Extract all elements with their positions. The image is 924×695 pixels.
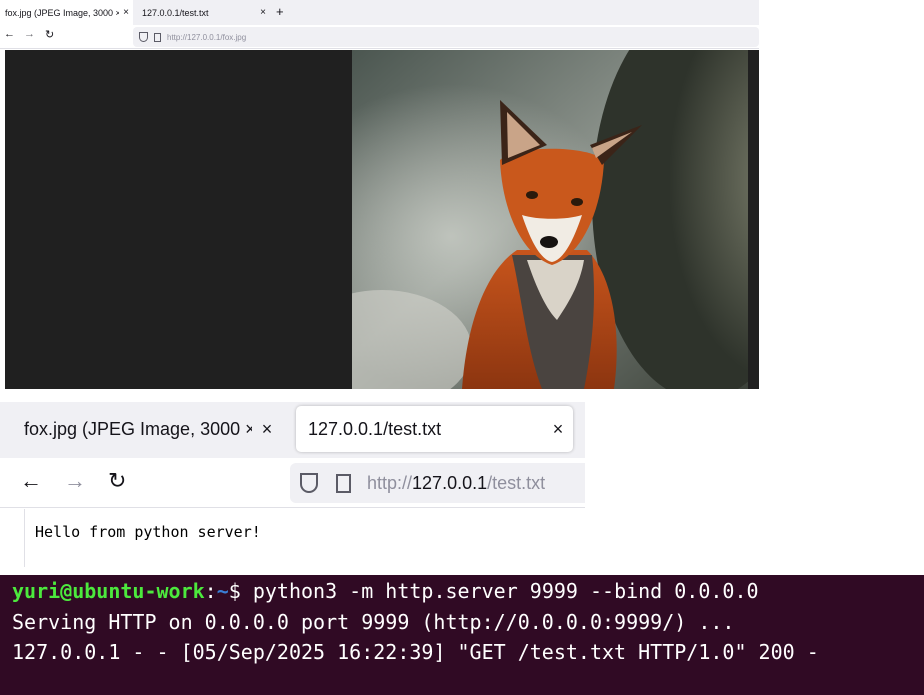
navigation-toolbar: ← → ↻ http://127.0.0.1/test.txt — [0, 458, 585, 508]
tab-label: 127.0.0.1/test.txt — [308, 418, 442, 439]
page-text: Hello from python server! — [35, 523, 261, 541]
forward-arrow-icon[interactable]: → — [24, 28, 35, 40]
prompt-user: yuri@ubuntu-work — [12, 579, 205, 603]
tab-fox-image[interactable]: fox.jpg (JPEG Image, 3000 × 2000 pixels)… — [10, 406, 282, 452]
terminal-command-line: yuri@ubuntu-work:~$ python3 -m http.serv… — [12, 579, 759, 603]
tab-fox-image[interactable]: fox.jpg (JPEG Image, 3000 × 2000 pixels)… — [0, 0, 133, 25]
address-bar[interactable]: http://127.0.0.1/fox.jpg — [133, 27, 759, 47]
url-path: /test.txt — [487, 472, 546, 493]
url-host: 127.0.0.1 — [187, 32, 221, 42]
reload-icon[interactable]: ↻ — [108, 468, 126, 494]
terminal-output-line: Serving HTTP on 0.0.0.0 port 9999 (http:… — [12, 610, 735, 634]
fox-photo — [352, 50, 748, 389]
new-tab-button[interactable]: + — [276, 4, 284, 19]
navigation-toolbar: ← → ↻ http://127.0.0.1/fox.jpg — [0, 25, 759, 49]
terminal-command: $ python3 -m http.server 9999 --bind 0.0… — [228, 579, 759, 603]
tab-test-txt[interactable]: 127.0.0.1/test.txt × — [296, 406, 573, 452]
page-icon — [336, 473, 351, 493]
tab-bar: fox.jpg (JPEG Image, 3000 × 2000 pixels)… — [0, 402, 585, 458]
back-arrow-icon[interactable]: ← — [20, 468, 42, 494]
close-icon[interactable]: × — [256, 7, 270, 18]
prompt-colon: : — [204, 579, 217, 603]
reload-icon[interactable]: ↻ — [45, 28, 54, 41]
shield-icon[interactable] — [139, 32, 148, 42]
shield-icon[interactable] — [300, 473, 318, 493]
tab-bar: fox.jpg (JPEG Image, 3000 × 2000 pixels)… — [0, 0, 759, 25]
url-prefix: http:// — [167, 32, 188, 42]
back-arrow-icon[interactable]: ← — [4, 28, 15, 40]
forward-arrow-icon[interactable]: → — [64, 468, 86, 494]
tab-label: 127.0.0.1/test.txt — [142, 7, 209, 18]
page-icon — [154, 32, 161, 42]
page-content: Hello from python server! — [24, 509, 585, 567]
url-path: /fox.jpg — [220, 32, 247, 42]
url-host: 127.0.0.1 — [412, 472, 488, 493]
close-icon[interactable]: × — [543, 419, 573, 440]
browser-window-text: fox.jpg (JPEG Image, 3000 × 2000 pixels)… — [0, 402, 585, 567]
address-bar[interactable]: http://127.0.0.1/test.txt — [290, 463, 585, 503]
terminal-window[interactable]: yuri@ubuntu-work:~$ python3 -m http.serv… — [0, 575, 924, 695]
terminal-output-line: 127.0.0.1 - - [05/Sep/2025 16:22:39] "GE… — [12, 640, 819, 664]
tab-label: fox.jpg (JPEG Image, 3000 × 2000 pixels) — [24, 418, 252, 439]
image-viewer — [5, 50, 759, 389]
url-prefix: http:// — [367, 472, 413, 493]
tab-test-txt[interactable]: 127.0.0.1/test.txt × — [136, 0, 270, 25]
tab-label: fox.jpg (JPEG Image, 3000 × 2000 pixels) — [5, 7, 119, 18]
close-icon[interactable]: × — [119, 7, 133, 18]
prompt-path: ~ — [216, 579, 229, 603]
browser-window-fox: fox.jpg (JPEG Image, 3000 × 2000 pixels)… — [0, 0, 759, 389]
close-icon[interactable]: × — [252, 419, 282, 440]
